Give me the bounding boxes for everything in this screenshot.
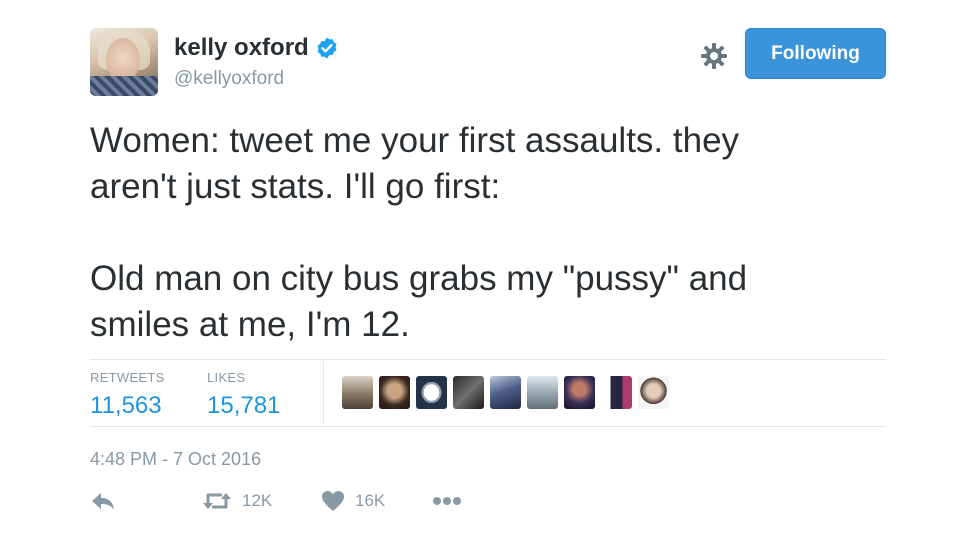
liker-avatar[interactable] [379, 376, 410, 409]
liker-avatar[interactable] [601, 376, 632, 409]
likes-count[interactable]: 15,781 [207, 392, 280, 420]
reply-button[interactable] [90, 490, 116, 512]
liker-avatar[interactable] [453, 376, 484, 409]
liker-avatar[interactable] [564, 376, 595, 409]
retweets-label[interactable]: RETWEETS [90, 370, 165, 385]
verified-badge-icon [317, 37, 337, 59]
tweet-text: Women: tweet me your first assaults. the… [90, 118, 890, 348]
more-icon [433, 497, 461, 505]
liker-avatar[interactable] [638, 376, 669, 409]
liker-avatars [342, 376, 669, 409]
stats-bottom-divider [90, 426, 886, 427]
tweet-line: smiles at me, I'm 12. [90, 305, 410, 344]
author-name-row[interactable]: kelly oxford [174, 34, 339, 62]
liker-avatar[interactable] [342, 376, 373, 409]
tweet-line: Old man on city bus grabs my "pussy" and [90, 259, 748, 298]
liker-avatar[interactable] [527, 376, 558, 409]
liker-avatar[interactable] [490, 376, 521, 409]
retweet-icon [203, 493, 231, 509]
more-button[interactable] [432, 496, 462, 506]
retweet-count: 12K [242, 491, 273, 510]
retweet-button[interactable]: 12K [202, 490, 272, 512]
author-name[interactable]: kelly oxford [174, 34, 309, 62]
like-count: 16K [355, 491, 386, 510]
like-button[interactable]: 16K [321, 490, 385, 512]
reply-icon [92, 493, 114, 510]
tweet-line: aren't just stats. I'll go first: [90, 167, 501, 206]
gear-icon[interactable] [700, 42, 728, 70]
tweet-line: Women: tweet me your first assaults. the… [90, 121, 740, 160]
author-avatar[interactable] [90, 28, 158, 96]
tweet-actions: 12K 16K [90, 490, 490, 520]
heart-icon [322, 491, 344, 511]
author-handle[interactable]: @kellyoxford [174, 68, 284, 90]
following-button[interactable]: Following [745, 28, 886, 79]
tweet-timestamp[interactable]: 4:48 PM - 7 Oct 2016 [90, 449, 261, 470]
retweets-count[interactable]: 11,563 [90, 392, 162, 420]
stats-top-divider [90, 359, 886, 360]
liker-avatar[interactable] [416, 376, 447, 409]
avatar-shirt [90, 76, 158, 96]
stats-separator [323, 361, 324, 425]
likes-label[interactable]: LIKES [207, 370, 245, 385]
